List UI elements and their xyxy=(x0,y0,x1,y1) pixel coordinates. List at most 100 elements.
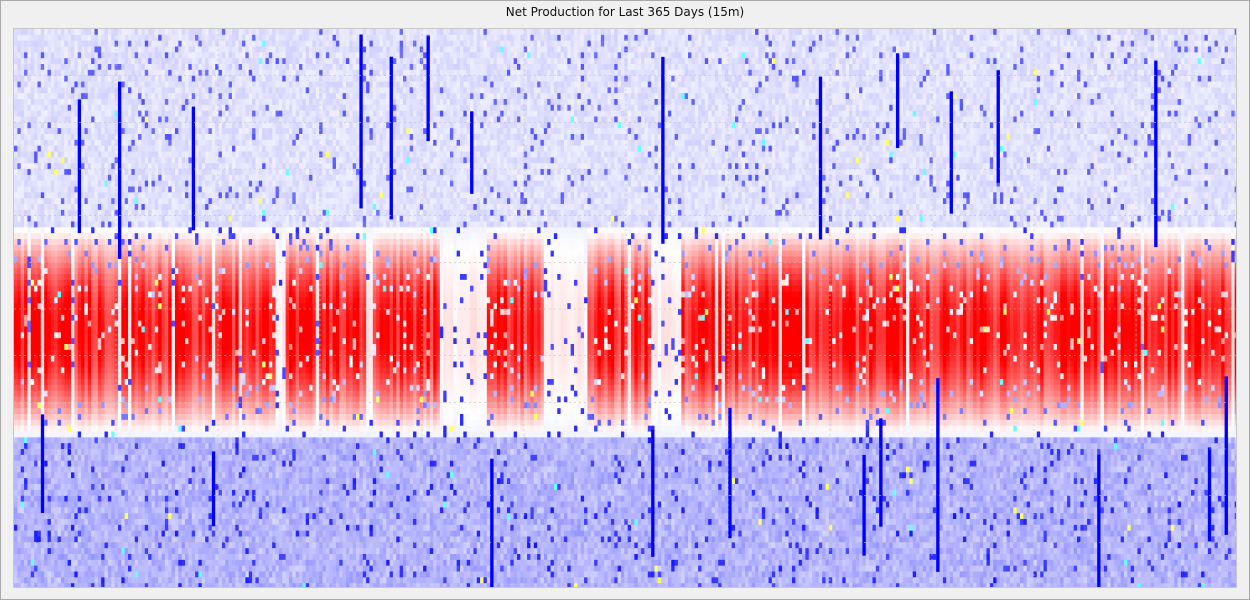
heatmap-cell xyxy=(94,239,98,245)
heatmap-cell xyxy=(74,577,78,583)
heatmap-cell xyxy=(105,303,109,309)
heatmap-cell xyxy=(68,572,72,578)
heatmap-cell xyxy=(84,437,88,443)
heatmap-cell xyxy=(58,297,62,303)
heatmap-cell xyxy=(17,519,21,525)
heatmap-cell xyxy=(68,402,72,408)
heatmap-cell xyxy=(37,280,41,286)
heatmap-cell xyxy=(48,583,52,588)
heatmap-cell xyxy=(37,99,41,105)
heatmap-cell xyxy=(74,437,78,443)
heatmap-cell xyxy=(37,227,41,233)
heatmap-cell xyxy=(94,467,98,473)
heatmap-cell xyxy=(94,245,98,251)
heatmap-cell xyxy=(58,560,62,566)
heatmap-cell xyxy=(17,192,21,198)
heatmap-cell xyxy=(48,496,52,502)
heatmap-cell xyxy=(58,455,62,461)
heatmap-cell xyxy=(27,117,31,123)
heatmap-cell xyxy=(115,344,119,350)
heatmap-cell xyxy=(68,122,72,128)
heatmap-cell xyxy=(84,420,88,426)
heatmap-cell xyxy=(105,286,109,292)
heatmap-cell xyxy=(37,216,41,222)
heatmap-cell xyxy=(68,70,72,76)
heatmap-cell xyxy=(125,41,129,47)
heatmap-cell xyxy=(115,350,119,356)
heatmap-cell xyxy=(105,41,109,47)
heatmap-cell xyxy=(94,478,98,484)
heatmap-cell xyxy=(125,397,129,403)
heatmap-cell xyxy=(125,58,129,64)
heatmap-cell xyxy=(115,274,119,280)
heatmap-cell xyxy=(115,315,119,321)
heatmap-cell xyxy=(48,507,52,513)
heatmap-cell xyxy=(74,391,78,397)
heatmap-cell xyxy=(17,117,21,123)
heatmap-cell xyxy=(27,566,31,572)
heatmap-cell xyxy=(68,297,72,303)
heatmap-cell xyxy=(105,338,109,344)
heatmap-cell xyxy=(74,490,78,496)
chart-title: Net Production for Last 365 Days (15m) xyxy=(1,5,1249,19)
heatmap-cell xyxy=(48,268,52,274)
heatmap-cell xyxy=(94,537,98,543)
heatmap-cell xyxy=(74,507,78,513)
heatmap-cell xyxy=(58,391,62,397)
heatmap-cell xyxy=(74,70,78,76)
heatmap-cell xyxy=(68,146,72,152)
heatmap-cell xyxy=(58,472,62,478)
heatmap-cell xyxy=(105,192,109,198)
heatmap-cell xyxy=(37,379,41,385)
heatmap-cell xyxy=(37,467,41,473)
heatmap-cell xyxy=(105,87,109,93)
heatmap-cell xyxy=(27,362,31,368)
heatmap-cell xyxy=(48,157,52,163)
heatmap-cell xyxy=(125,542,129,548)
heatmap-cell xyxy=(105,397,109,403)
heatmap-cell xyxy=(94,350,98,356)
heatmap-cell xyxy=(17,502,21,508)
heatmap-cell xyxy=(105,548,109,554)
heatmap-cell xyxy=(27,140,31,146)
heatmap-cell xyxy=(37,414,41,420)
heatmap-cell xyxy=(68,292,72,298)
heatmap-cell xyxy=(58,583,62,588)
heatmap-cell xyxy=(58,52,62,58)
heatmap-cell xyxy=(84,146,88,152)
heatmap-cell xyxy=(84,29,88,35)
heatmap-cell xyxy=(68,175,72,181)
heatmap-cell xyxy=(58,344,62,350)
heatmap-cell xyxy=(48,362,52,368)
heatmap-cell xyxy=(58,362,62,368)
heatmap-cell xyxy=(58,577,62,583)
heatmap-cell xyxy=(37,210,41,216)
heatmap-cell xyxy=(94,327,98,333)
heatmap-cell xyxy=(125,187,129,193)
heatmap-cell xyxy=(74,315,78,321)
heatmap-cell xyxy=(58,449,62,455)
heatmap-cell xyxy=(84,64,88,70)
heatmap-cell xyxy=(105,227,109,233)
heatmap-cell xyxy=(37,537,41,543)
heatmap-cell xyxy=(115,82,119,88)
heatmap-cell xyxy=(27,583,31,588)
heatmap-cell xyxy=(58,175,62,181)
heatmap-cell xyxy=(58,478,62,484)
heatmap-cell xyxy=(84,548,88,554)
heatmap-cell xyxy=(74,239,78,245)
heatmap-cell xyxy=(48,163,52,169)
heatmap-cell xyxy=(125,274,129,280)
heatmap-cell xyxy=(105,117,109,123)
heatmap-cell xyxy=(27,338,31,344)
heatmap-cell xyxy=(58,385,62,391)
heatmap-cell xyxy=(17,245,21,251)
heatmap-cell xyxy=(125,280,129,286)
heatmap-cell xyxy=(48,303,52,309)
heatmap-cell xyxy=(94,198,98,204)
heatmap-cell xyxy=(68,245,72,251)
heatmap-cell xyxy=(74,233,78,239)
heatmap-cell xyxy=(17,420,21,426)
heatmap-cell xyxy=(27,542,31,548)
heatmap-cell xyxy=(17,391,21,397)
